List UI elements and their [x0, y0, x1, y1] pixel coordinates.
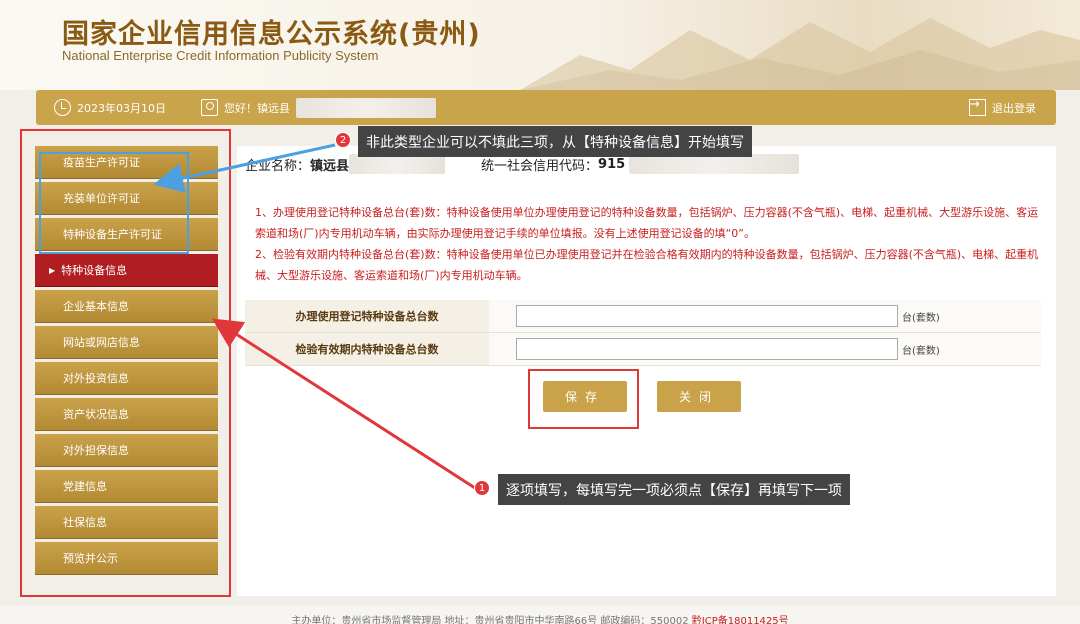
form-row-inspected: 检验有效期内特种设备总台数 台(套数) — [245, 333, 1041, 366]
site-title: 国家企业信用信息公示系统(贵州) — [62, 19, 481, 50]
callout-2-number: 2 — [335, 132, 351, 148]
clock-icon — [54, 99, 71, 116]
main-panel: 企业名称： 镇远县 统一社会信用代码： 915 1、办理使用登记特种设备总台(套… — [237, 146, 1056, 596]
unit-label-2: 台(套数) — [902, 345, 940, 357]
registered-count-input[interactable] — [516, 305, 898, 327]
save-highlight-box — [528, 369, 639, 429]
icp-link[interactable]: 黔ICP备18011425号 — [692, 616, 789, 624]
site-footer: 主办单位：贵州省市场监督管理局 地址：贵州省贵阳市中华南路66号 邮政编码：55… — [0, 606, 1080, 624]
site-header: 国家企业信用信息公示系统(贵州) National Enterprise Cre… — [0, 0, 1080, 90]
company-info: 企业名称： 镇远县 统一社会信用代码： 915 — [245, 154, 800, 174]
user-greeting: 您好！镇远县 — [201, 90, 436, 125]
callout-2: 非此类型企业可以不填此三项，从【特种设备信息】开始填写 — [358, 126, 752, 157]
registered-count-cell: 台(套数) — [489, 300, 1041, 332]
callout-1: 逐项填写，每填写完一项必须点【保存】再填写下一项 — [498, 474, 850, 505]
form-row-registered: 办理使用登记特种设备总台数 台(套数) — [245, 300, 1041, 333]
redacted-code — [629, 154, 800, 174]
greeting-text: 您好！镇远县 — [224, 101, 290, 115]
footer-text: 主办单位：贵州省市场监督管理局 地址：贵州省贵阳市中华南路66号 邮政编码：55… — [291, 616, 692, 624]
redacted-company — [349, 154, 446, 174]
user-toolbar: 2023年03月10日 您好！镇远县 退出登录 — [36, 90, 1056, 125]
unit-label-1: 台(套数) — [902, 312, 940, 324]
callout-1-number: 1 — [474, 480, 490, 496]
logout-label: 退出登录 — [992, 101, 1036, 115]
user-icon — [201, 99, 218, 116]
redacted-name — [296, 97, 436, 118]
company-label: 企业名称： — [245, 158, 311, 174]
instruction-note-1: 1、办理使用登记特种设备总台(套)数：特种设备使用单位办理使用登记的特种设备数量… — [255, 206, 1039, 240]
date-display: 2023年03月10日 — [54, 90, 166, 125]
logout-icon — [969, 97, 986, 116]
optional-items-highlight-box — [39, 152, 189, 254]
company-value: 镇远县 — [310, 158, 350, 174]
credit-code-value: 915 — [598, 156, 626, 172]
date-text: 2023年03月10日 — [77, 101, 166, 115]
inspected-count-cell: 台(套数) — [489, 333, 1041, 365]
site-subtitle: National Enterprise Credit Information P… — [62, 48, 379, 63]
mountain-decoration — [520, 18, 1080, 90]
credit-code-label: 统一社会信用代码： — [481, 158, 599, 174]
inspected-count-label: 检验有效期内特种设备总台数 — [245, 333, 489, 365]
logout-button[interactable]: 退出登录 — [969, 90, 1036, 125]
registered-count-label: 办理使用登记特种设备总台数 — [245, 300, 489, 332]
equipment-form: 办理使用登记特种设备总台数 台(套数) 检验有效期内特种设备总台数 台(套数) — [245, 300, 1041, 366]
close-button[interactable]: 关闭 — [657, 381, 741, 412]
inspected-count-input[interactable] — [516, 338, 898, 360]
instruction-note-2: 2、检验有效期内特种设备总台(套)数：特种设备使用单位已办理使用登记并在检验合格… — [255, 248, 1039, 282]
